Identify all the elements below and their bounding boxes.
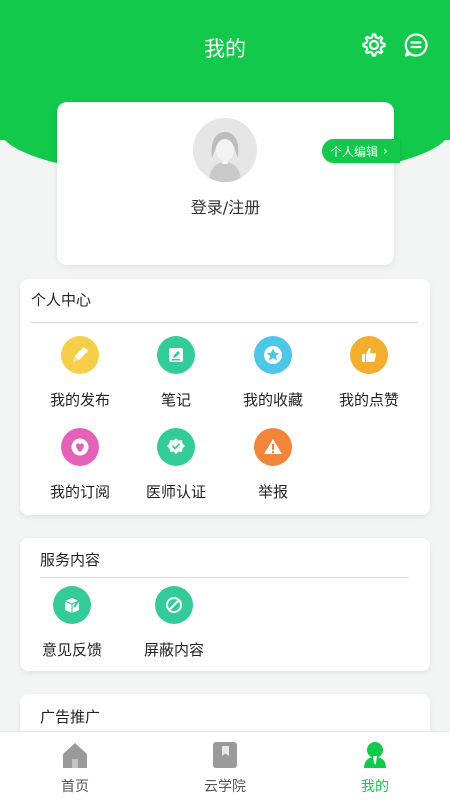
menu-my-favorites[interactable]: 我的收藏 — [223, 336, 323, 410]
badge-check-icon — [157, 428, 195, 466]
divider — [40, 577, 409, 578]
feedback-box-icon — [53, 586, 91, 624]
pencil-icon — [61, 336, 99, 374]
menu-label: 我的点赞 — [338, 391, 399, 409]
chat-icon[interactable] — [403, 32, 429, 58]
star-icon — [254, 336, 292, 374]
profile-edit-button[interactable]: 个人编辑 › — [322, 139, 400, 163]
home-icon — [62, 741, 88, 769]
menu-label: 笔记 — [160, 391, 191, 409]
menu-label: 我的收藏 — [242, 391, 303, 409]
tab-label: 首页 — [61, 779, 89, 795]
menu-label: 举报 — [257, 483, 288, 501]
menu-label: 我的订阅 — [49, 483, 110, 501]
chevron-right-icon: › — [383, 144, 388, 158]
menu-block-content[interactable]: 屏蔽内容 — [124, 586, 224, 660]
menu-doctor-certification[interactable]: 医师认证 — [126, 428, 226, 502]
bookmark-icon — [212, 741, 238, 769]
tab-home[interactable]: 首页 — [0, 732, 150, 800]
thumbs-up-icon — [350, 336, 388, 374]
tab-label: 我的 — [361, 779, 389, 795]
profile-card: 登录/注册 — [57, 102, 394, 265]
block-icon — [155, 586, 193, 624]
warning-icon — [254, 428, 292, 466]
gear-icon[interactable] — [360, 32, 386, 58]
tab-mine[interactable]: 我的 — [300, 732, 450, 800]
note-icon — [157, 336, 195, 374]
menu-label: 屏蔽内容 — [143, 641, 204, 659]
menu-report[interactable]: 举报 — [223, 428, 323, 502]
divider — [31, 322, 418, 323]
menu-my-likes[interactable]: 我的点赞 — [319, 336, 419, 410]
user-icon — [362, 741, 388, 769]
section-title: 广告推广 — [40, 708, 101, 726]
menu-my-posts[interactable]: 我的发布 — [30, 336, 130, 410]
section-title: 个人中心 — [31, 291, 92, 309]
login-register-link[interactable]: 登录/注册 — [57, 194, 394, 218]
tab-label: 云学院 — [204, 779, 246, 795]
menu-my-subscriptions[interactable]: 我的订阅 — [30, 428, 130, 502]
menu-label: 我的发布 — [49, 391, 110, 409]
personal-center-card: 个人中心 我的发布 笔记 我的收藏 我的点赞 我的订阅 医师认证 举报 — [20, 279, 430, 515]
menu-feedback[interactable]: 意见反馈 — [22, 586, 122, 660]
tab-cloud-academy[interactable]: 云学院 — [150, 732, 300, 800]
services-card: 服务内容 意见反馈 屏蔽内容 — [20, 538, 430, 671]
menu-label: 医师认证 — [145, 483, 206, 501]
avatar[interactable] — [193, 118, 257, 182]
bottom-tab-bar: 首页 云学院 我的 — [0, 731, 450, 800]
profile-edit-label: 个人编辑 — [330, 144, 379, 159]
section-title: 服务内容 — [40, 551, 101, 569]
menu-notes[interactable]: 笔记 — [126, 336, 226, 410]
heart-icon — [61, 428, 99, 466]
menu-label: 意见反馈 — [41, 641, 102, 659]
